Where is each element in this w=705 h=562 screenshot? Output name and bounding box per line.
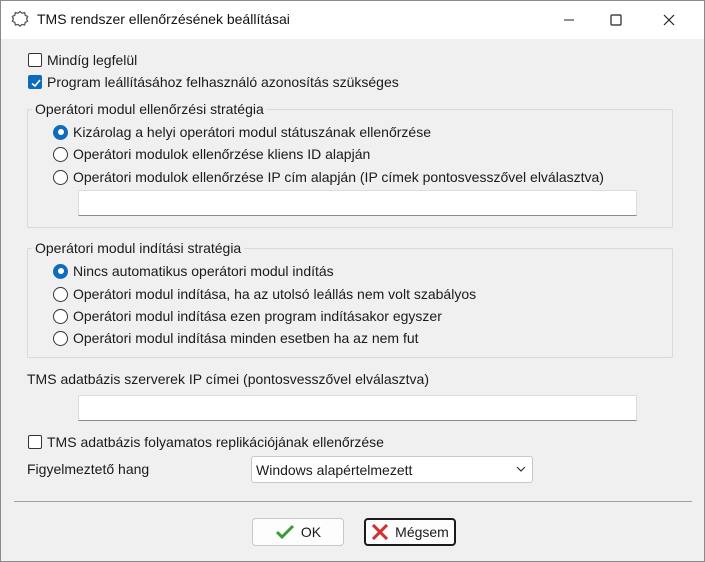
warning-sound-label: Figyelmeztető hang (27, 461, 150, 477)
cross-icon (372, 524, 389, 540)
radio-label: Operátori modul indítása minden esetben … (73, 330, 419, 346)
ok-label: OK (300, 524, 322, 540)
radio-button (53, 330, 68, 346)
check-strategy-legend: Operátori modul ellenőrzési stratégia (32, 101, 267, 117)
checkmark-icon (275, 524, 294, 540)
checkbox-box (28, 53, 42, 67)
checkbox-box (28, 435, 42, 449)
close-icon (663, 14, 675, 26)
radio-button-selected (53, 124, 68, 140)
db-servers-label: TMS adatbázis szerverek IP címei (pontos… (27, 371, 430, 387)
always-on-top-checkbox[interactable]: Mindíg legfelül (28, 52, 137, 68)
start-strategy-radio-irregular[interactable]: Operátori modul indítása, ha az utolsó l… (53, 286, 476, 302)
warning-sound-select[interactable]: Windows alapértelmezett (251, 456, 533, 483)
require-auth-checkbox[interactable]: Program leállításához felhasználó azonos… (28, 74, 399, 90)
window-title: TMS rendszer ellenőrzésének beállításai (37, 11, 290, 27)
cancel-button[interactable]: Mégsem (364, 518, 456, 546)
checkmark-icon (31, 79, 41, 88)
minimize-icon (564, 19, 574, 21)
chevron-down-icon (516, 466, 526, 472)
title-bar: TMS rendszer ellenőrzésének beállításai (1, 1, 704, 39)
minimize-button[interactable] (546, 1, 592, 39)
ip-addresses-input[interactable] (78, 190, 637, 216)
require-auth-label: Program leállításához felhasználó azonos… (47, 74, 399, 90)
start-strategy-radio-always[interactable]: Operátori modul indítása minden esetben … (53, 330, 419, 346)
radio-label: Nincs automatikus operátori modul indítá… (73, 263, 334, 279)
radio-button (53, 146, 68, 162)
radio-button (53, 286, 68, 302)
settings-dialog: TMS rendszer ellenőrzésének beállításai … (0, 0, 705, 562)
replication-check-checkbox[interactable]: TMS adatbázis folyamatos replikációjának… (28, 434, 384, 450)
replication-check-label: TMS adatbázis folyamatos replikációjának… (47, 434, 384, 450)
radio-button (53, 308, 68, 324)
check-strategy-radio-local[interactable]: Kizárolag a helyi operátori modul státus… (53, 124, 431, 140)
start-strategy-radio-none[interactable]: Nincs automatikus operátori modul indítá… (53, 263, 334, 279)
check-strategy-radio-client-id[interactable]: Operátori modulok ellenőrzése kliens ID … (53, 146, 370, 162)
app-gear-icon (11, 10, 29, 27)
check-strategy-radio-ip[interactable]: Operátori modulok ellenőrzése IP cím ala… (53, 169, 604, 185)
radio-label: Operátori modul indítása, ha az utolsó l… (73, 286, 477, 302)
db-servers-input[interactable] (78, 395, 637, 421)
maximize-icon (610, 14, 622, 26)
footer-divider (14, 501, 692, 502)
radio-label: Kizárolag a helyi operátori modul státus… (73, 124, 431, 140)
radio-button (53, 169, 68, 185)
warning-sound-value: Windows alapértelmezett (256, 461, 413, 478)
start-strategy-legend: Operátori modul indítási stratégia (32, 240, 245, 256)
ok-button[interactable]: OK (252, 518, 344, 546)
cancel-label: Mégsem (395, 524, 449, 540)
radio-label: Operátori modul indítása ezen program in… (73, 308, 442, 324)
radio-button-selected (53, 263, 68, 279)
always-on-top-label: Mindíg legfelül (47, 52, 138, 68)
radio-label: Operátori modulok ellenőrzése kliens ID … (73, 146, 371, 162)
maximize-button[interactable] (593, 1, 639, 39)
start-strategy-radio-once[interactable]: Operátori modul indítása ezen program in… (53, 308, 442, 324)
checkbox-box-checked (28, 75, 42, 89)
radio-label: Operátori modulok ellenőrzése IP cím ala… (73, 169, 604, 185)
close-button[interactable] (646, 1, 692, 39)
